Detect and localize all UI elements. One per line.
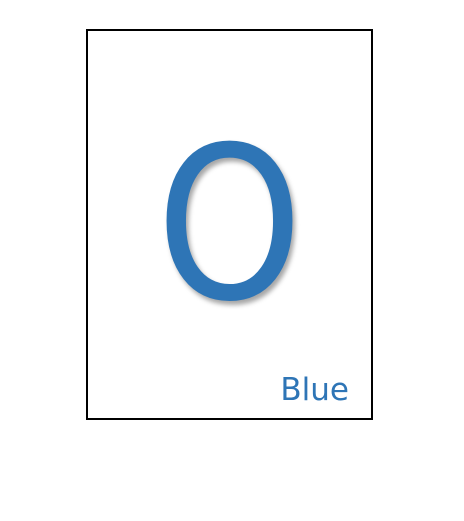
card-letter: O bbox=[156, 101, 303, 348]
flash-card: O Blue bbox=[86, 29, 373, 420]
card-color-label: Blue bbox=[280, 372, 349, 408]
